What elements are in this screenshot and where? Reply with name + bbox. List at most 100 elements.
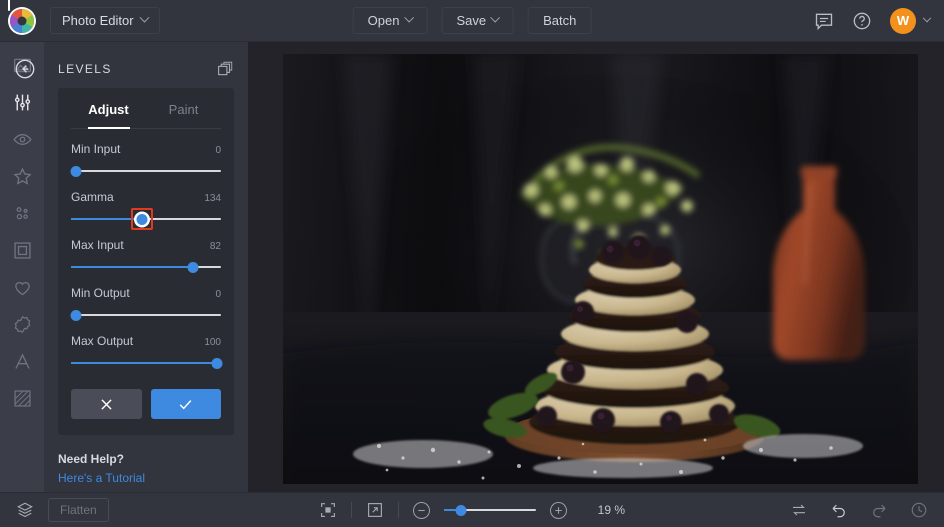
rail-item-text[interactable] [9,350,35,372]
zoom-in-button[interactable] [550,502,567,519]
history-button[interactable] [910,501,928,519]
top-toolbar: Photo Editor Open Save Batch [0,0,944,42]
divider [351,502,352,518]
badge-icon [12,314,33,335]
slider-min-output-handle[interactable] [70,310,81,321]
slider-max-input-label: Max Input [71,238,124,252]
expand-button[interactable] [366,501,384,519]
slider-max-input-handle[interactable] [187,262,198,273]
text-a-icon [12,351,33,372]
rail-item-stickers[interactable] [9,313,35,335]
help-section: Need Help? Here's a Tutorial [58,452,234,487]
slider-gamma-track[interactable] [71,213,221,225]
open-button[interactable]: Open [353,7,428,34]
app-logo[interactable] [0,9,44,33]
flatten-button[interactable]: Flatten [48,498,109,522]
avatar-initial: W [897,13,909,28]
slider-max-output-handle[interactable] [211,358,222,369]
undo-button[interactable] [830,501,848,519]
cancel-button[interactable] [71,389,142,419]
zoom-percentage: 19 % [581,503,625,517]
slider-max-output-label: Max Output [71,334,133,348]
heart-icon [12,277,33,298]
panel-title: LEVELS [58,62,216,76]
layers-icon [16,501,34,519]
tab-adjust-label: Adjust [88,102,128,117]
eye-icon [12,129,33,150]
undo-icon [830,501,848,519]
sliders-icon [12,92,33,113]
slider-min-output-value: 0 [215,289,221,300]
help-circle-icon[interactable] [852,11,872,31]
slider-gamma: Gamma 134 [71,177,221,225]
tab-paint-label: Paint [169,102,199,117]
redo-button[interactable] [870,501,888,519]
compare-button[interactable] [790,501,808,519]
color-wheel-logo-icon [10,9,34,33]
slider-max-output: Max Output 100 [71,321,221,369]
close-x-icon [98,396,115,413]
slider-min-input: Min Input 0 [71,129,221,177]
zoom-out-button[interactable] [413,502,430,519]
layers-button[interactable] [16,501,34,519]
rail-item-patterns[interactable] [9,387,35,409]
tab-adjust[interactable]: Adjust [71,88,146,128]
avatar-chevron-down-icon[interactable] [923,13,931,21]
levels-card: Adjust Paint Min Input 0 [58,88,234,435]
slider-min-input-handle[interactable] [70,166,81,177]
chevron-down-icon [139,13,149,23]
app-title-label: Photo Editor [62,13,134,28]
slider-gamma-fill [71,218,142,220]
rail-item-textures[interactable] [9,202,35,224]
apply-button[interactable] [151,389,222,419]
back-arrow-circle-icon[interactable] [14,58,36,80]
particles-icon [12,203,33,224]
canvas-area[interactable] [248,42,944,492]
bottom-toolbar: Flatten [0,492,944,527]
fit-to-screen-button[interactable] [319,501,337,519]
photo-editor-window: Photo Editor Open Save Batch [0,0,944,527]
chat-bubble-icon[interactable] [814,11,834,31]
slider-max-output-track[interactable] [71,357,221,369]
slider-max-input-fill [71,266,193,268]
slider-min-output-track[interactable] [71,309,221,321]
top-right-actions: W [814,8,930,34]
chevron-down-icon [491,13,501,23]
rail-item-effects[interactable] [9,128,35,150]
check-icon [177,396,194,413]
slider-gamma-value: 134 [204,193,221,204]
photo-canvas[interactable] [283,54,918,484]
save-button[interactable]: Save [441,7,514,34]
minus-icon [416,505,427,516]
main-menu: Open Save Batch [353,7,592,34]
app-title-dropdown[interactable]: Photo Editor [50,7,160,34]
slider-min-output-label: Min Output [71,286,130,300]
duplicate-icon[interactable] [216,60,234,78]
rail-item-favorites[interactable] [9,276,35,298]
slider-min-input-track[interactable] [71,165,221,177]
zoom-slider[interactable] [444,504,536,516]
redo-icon [870,501,888,519]
batch-button[interactable]: Batch [528,7,591,34]
frame-icon [12,240,33,261]
rail-item-overlays[interactable] [9,165,35,187]
tool-rail [0,42,44,492]
tutorial-link[interactable]: Here's a Tutorial [58,471,145,485]
batch-label: Batch [543,13,576,28]
slider-max-input: Max Input 82 [71,225,221,273]
user-avatar[interactable]: W [890,8,916,34]
slider-gamma-handle[interactable] [136,214,147,225]
pattern-square-icon [12,388,33,409]
levels-panel: LEVELS Adjust Paint Min Inpu [44,42,248,492]
zoom-slider-handle[interactable] [456,505,467,516]
slider-max-input-track[interactable] [71,261,221,273]
slider-min-output: Min Output 0 [71,273,221,321]
zoom-controls: 19 % [319,501,625,519]
tab-paint[interactable]: Paint [146,88,221,128]
slider-max-output-value: 100 [204,337,221,348]
rail-item-frames[interactable] [9,239,35,261]
panel-header: LEVELS [58,50,234,88]
star-icon [12,166,33,187]
panel-actions [71,389,221,419]
rail-item-adjust[interactable] [9,91,35,113]
